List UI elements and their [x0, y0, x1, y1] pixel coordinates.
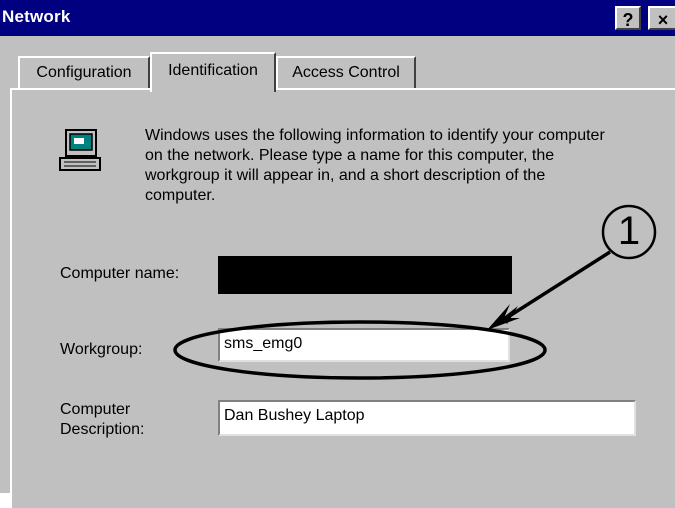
computer-name-label: Computer name: — [60, 265, 180, 282]
computer-name-field[interactable] — [218, 256, 512, 294]
tab-configuration[interactable]: Configuration — [18, 56, 150, 90]
identification-description: Windows uses the following information t… — [145, 127, 605, 204]
workgroup-field[interactable]: sms_emg0 — [218, 328, 510, 362]
computer-icon — [59, 129, 101, 171]
tab-identification[interactable]: Identification — [150, 52, 276, 92]
tab-access-control[interactable]: Access Control — [276, 56, 416, 90]
computer-description-field[interactable]: Dan Bushey Laptop — [218, 400, 636, 436]
callout-number: 1 — [617, 209, 641, 253]
workgroup-label: Workgroup: — [60, 341, 143, 358]
computer-description-label: Computer Description: — [60, 401, 145, 438]
help-button[interactable]: ? — [615, 6, 641, 30]
network-dialog: Network ? × Configuration Identification… — [0, 0, 675, 508]
window-title: Network — [2, 7, 71, 26]
close-button[interactable]: × — [648, 6, 675, 30]
title-bar[interactable]: Network ? × — [0, 0, 675, 36]
